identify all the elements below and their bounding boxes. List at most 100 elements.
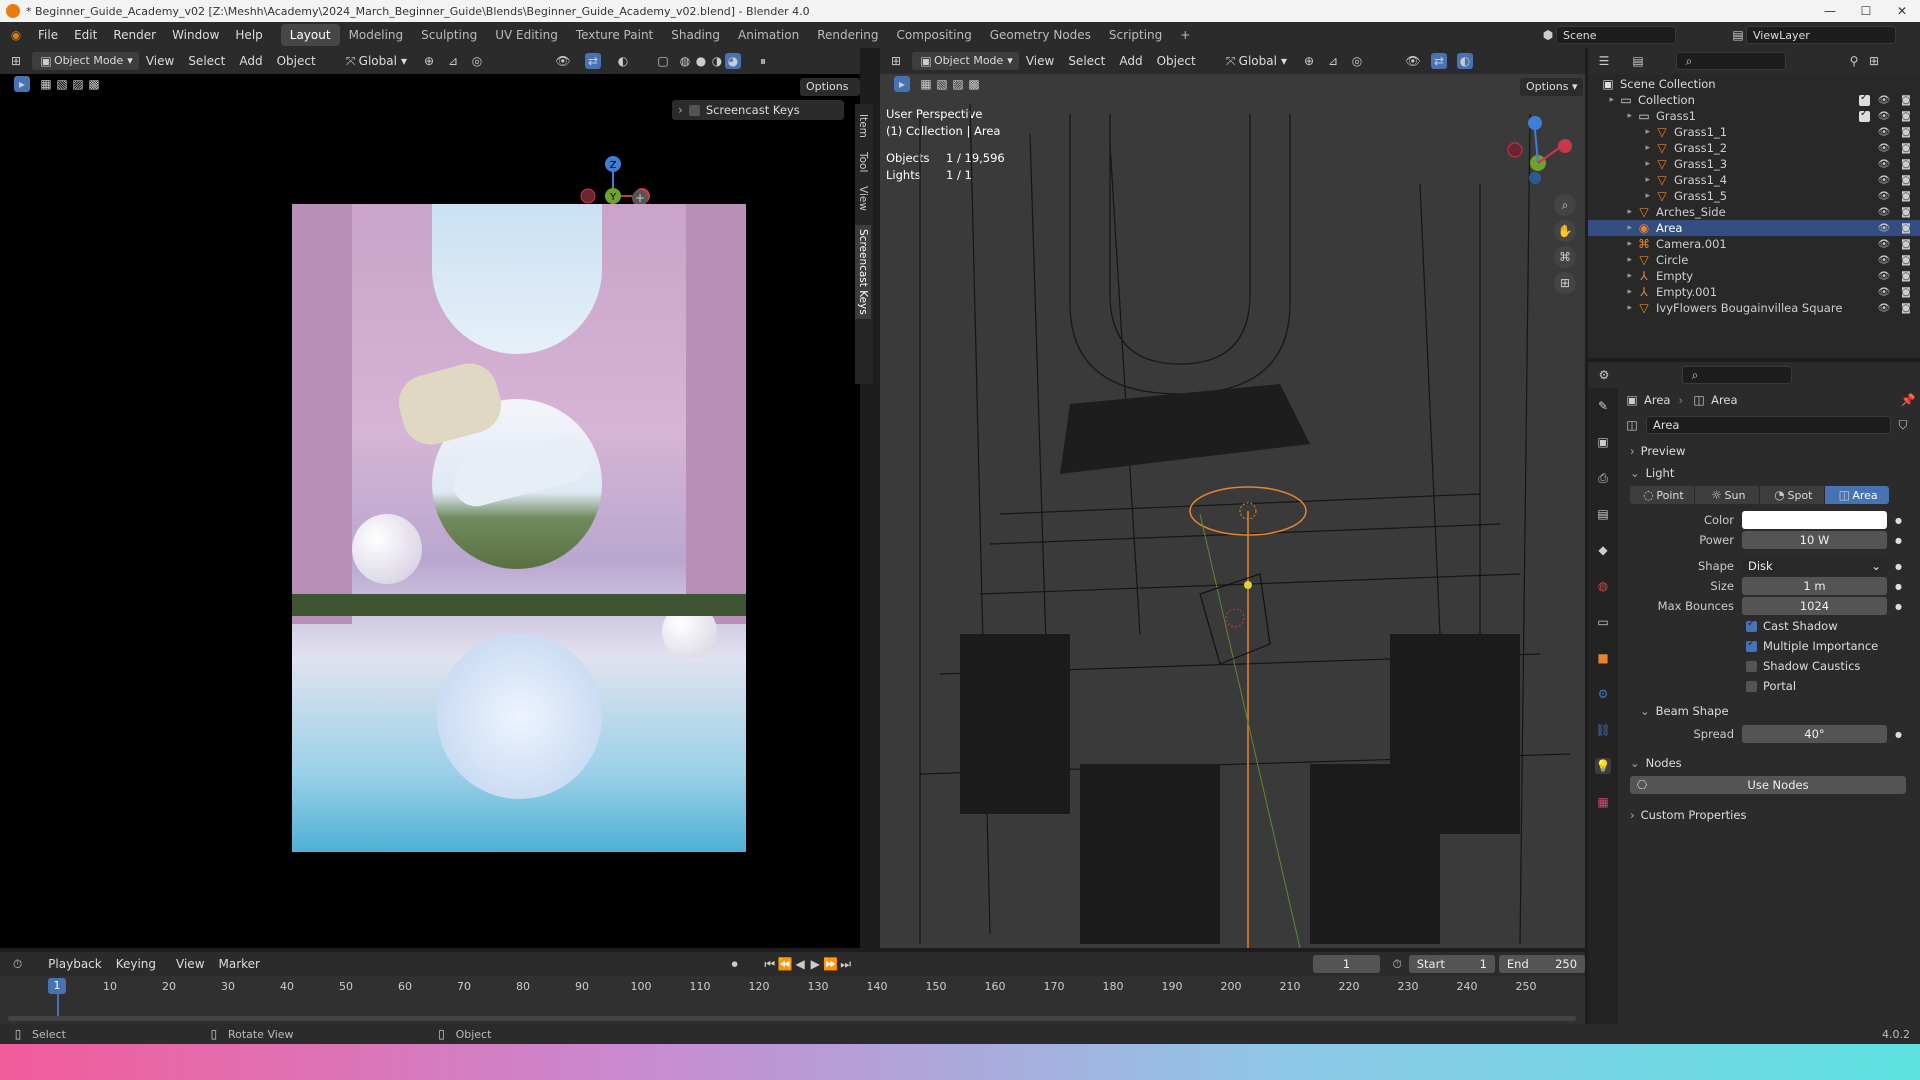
fake-user-icon[interactable]: ⛉ [1895,417,1911,433]
pan-hand-icon-right[interactable]: ✋ [1554,220,1576,242]
expand-arrow-icon[interactable]: ▸ [1588,191,1654,201]
maximize-button[interactable]: ☐ [1848,0,1884,22]
preview-section[interactable]: › Preview [1624,440,1916,462]
timeline-ruler[interactable]: 1 10 20 30 40 50 60 70 80 90 100 110 120 130 140 150 16… [0,976,1585,1024]
tab-animation[interactable]: Animation [729,24,808,46]
expand-arrow-icon[interactable]: ▸ [1588,303,1636,313]
playback-menu[interactable]: Playback [41,957,109,971]
editor-type-icon-right[interactable]: ⊞ [888,53,904,69]
screencast-keys-panel[interactable]: › Screencast Keys [672,100,844,120]
max-bounces-field[interactable]: 1024 [1742,597,1887,615]
nodes-section[interactable]: ⌄ Nodes [1624,752,1916,774]
select-box-tool-icon[interactable]: ▸ [14,76,30,92]
object-tab-icon[interactable]: ■ [1595,650,1611,666]
custom-properties-section[interactable]: › Custom Properties [1624,804,1916,826]
snap-icon-right[interactable]: ⊿ [1325,53,1341,69]
visibility-eye-icon[interactable]: 👁 [1876,140,1892,156]
render-visibility-icon[interactable]: ◙ [1898,220,1914,236]
select-mode-new-icon[interactable]: ▦ [38,76,54,92]
visibility-eye-icon[interactable]: 👁 [1876,220,1892,236]
pause-render-icon[interactable]: ⏸ [755,53,771,69]
properties-editor-icon[interactable]: ⚙ [1596,367,1612,383]
tab-modeling[interactable]: Modeling [340,24,413,46]
outliner-row[interactable]: ▸ ▽ Arches_Side 👁 ◙ [1588,204,1920,220]
visibility-icon-right[interactable]: 👁 [1405,53,1421,69]
visibility-eye-icon[interactable]: 👁 [1876,284,1892,300]
gizmo-toggle-icon[interactable]: ⇄ [584,53,601,69]
ortho-toggle-icon[interactable]: ⊞ [1554,272,1576,294]
visibility-eye-icon[interactable]: 👁 [1876,204,1892,220]
visibility-eye-icon[interactable]: 👁 [1876,124,1892,140]
zoom-icon-right[interactable]: ⌕ [1554,194,1576,216]
outliner-row[interactable]: ▸ ▽ IvyFlowers Bougainvillea Square 👁 ◙ [1588,300,1920,316]
left-menu-add[interactable]: Add [232,54,269,68]
expand-arrow-icon[interactable]: ▸ [1588,175,1654,185]
right-menu-object[interactable]: Object [1150,54,1203,68]
outliner-row[interactable]: ▣ Scene Collection [1588,76,1920,92]
prev-keyframe-icon[interactable]: ⏪ [777,956,792,972]
right-menu-add[interactable]: Add [1112,54,1149,68]
use-nodes-button[interactable]: ⎔ Use Nodes [1630,776,1906,794]
preview-range-icon[interactable]: ⏱ [1390,956,1405,972]
spread-field[interactable]: 40° [1742,725,1887,743]
expand-arrow-icon[interactable]: ▸ [1588,207,1636,217]
display-mode-icon[interactable]: ▤ [1630,53,1646,69]
gizmo-toggle-icon-right[interactable]: ⇄ [1430,53,1447,69]
start-frame-field[interactable]: Start 1 [1408,955,1495,973]
tab-uv-editing[interactable]: UV Editing [486,24,567,46]
expand-arrow-icon[interactable]: ▸ [1588,127,1654,137]
light-data-tab-icon[interactable]: 💡 [1595,758,1611,774]
expand-arrow-icon[interactable]: ▸ [1588,287,1636,297]
filter-icon[interactable]: ⚲ [1846,53,1862,69]
tab-rendering[interactable]: Rendering [808,24,887,46]
right-menu-view[interactable]: View [1019,54,1061,68]
visibility-eye-icon[interactable]: 👁 [1876,108,1892,124]
left-mode-dropdown[interactable]: ▣ Object Mode ▾ [32,52,139,70]
power-field[interactable]: 10 W [1742,531,1887,549]
wireframe-viewport[interactable]: ⊞ ▣ Object Mode ▾ View Select Add Object ⤧… [880,48,1585,948]
proportional-edit-icon[interactable]: ◎ [469,53,485,69]
play-icon[interactable]: ▶ [808,956,823,972]
editor-type-icon[interactable]: ⊞ [8,53,24,69]
close-button[interactable]: ✕ [1884,0,1920,22]
scene-tab-icon[interactable]: ◆ [1595,542,1611,558]
new-collection-icon[interactable]: ⊞ [1866,53,1882,69]
tab-sculpting[interactable]: Sculpting [412,24,486,46]
minimize-button[interactable]: — [1812,0,1848,22]
expand-arrow-icon[interactable]: ▸ [1588,95,1618,105]
exclude-checkbox[interactable] [1859,108,1870,122]
camera-viewport[interactable]: ⊞ ▣ Object Mode ▾ View Select Add Object ⤧… [0,48,873,948]
tab-screencast-keys[interactable]: Screencast Keys [855,225,871,319]
expand-arrow-icon[interactable]: ▸ [1588,143,1654,153]
tab-compositing[interactable]: Compositing [887,24,980,46]
visibility-eye-icon[interactable]: 👁 [1876,156,1892,172]
expand-arrow-icon[interactable]: ▸ [1588,255,1636,265]
material-shading-icon[interactable]: ◑ [709,53,725,69]
solid-shading-icon[interactable]: ● [693,53,709,69]
wireframe-shading-icon[interactable]: ◍ [677,53,693,69]
pin-icon[interactable]: 📌 [1900,392,1916,408]
right-orientation-dropdown[interactable]: ⤧ Global ▾ [1223,53,1287,69]
cast-shadow-checkbox[interactable] [1746,618,1757,632]
right-navigation-gizmo[interactable] [1495,108,1575,188]
visibility-eye-icon[interactable]: 👁 [1876,92,1892,108]
menu-help[interactable]: Help [227,28,270,42]
playhead-marker[interactable]: 1 [48,978,66,994]
menu-edit[interactable]: Edit [66,28,105,42]
render-visibility-icon[interactable]: ◙ [1898,300,1914,316]
portal-checkbox[interactable] [1746,680,1757,692]
left-menu-view[interactable]: View [139,54,181,68]
datablock-name-field[interactable]: Area [1646,416,1891,434]
render-visibility-icon[interactable]: ◙ [1898,156,1914,172]
render-visibility-icon[interactable]: ◙ [1898,124,1914,140]
render-visibility-icon[interactable]: ◙ [1898,236,1914,252]
outliner-row[interactable]: ▸ ▽ Grass1_4 👁 ◙ [1588,172,1920,188]
light-type-point[interactable]: ◌ Point [1630,486,1694,504]
overlay-icon-right[interactable]: ◐ [1456,53,1473,69]
expand-arrow-icon[interactable]: ▸ [1588,111,1636,121]
multiple-importance-checkbox[interactable] [1746,638,1757,652]
timeline-scrollbar[interactable] [8,1016,1576,1021]
outliner-row[interactable]: ▸ ▽ Circle 👁 ◙ [1588,252,1920,268]
snap-icon[interactable]: ⊿ [445,53,461,69]
light-type-spot[interactable]: ◔ Spot [1760,486,1824,504]
